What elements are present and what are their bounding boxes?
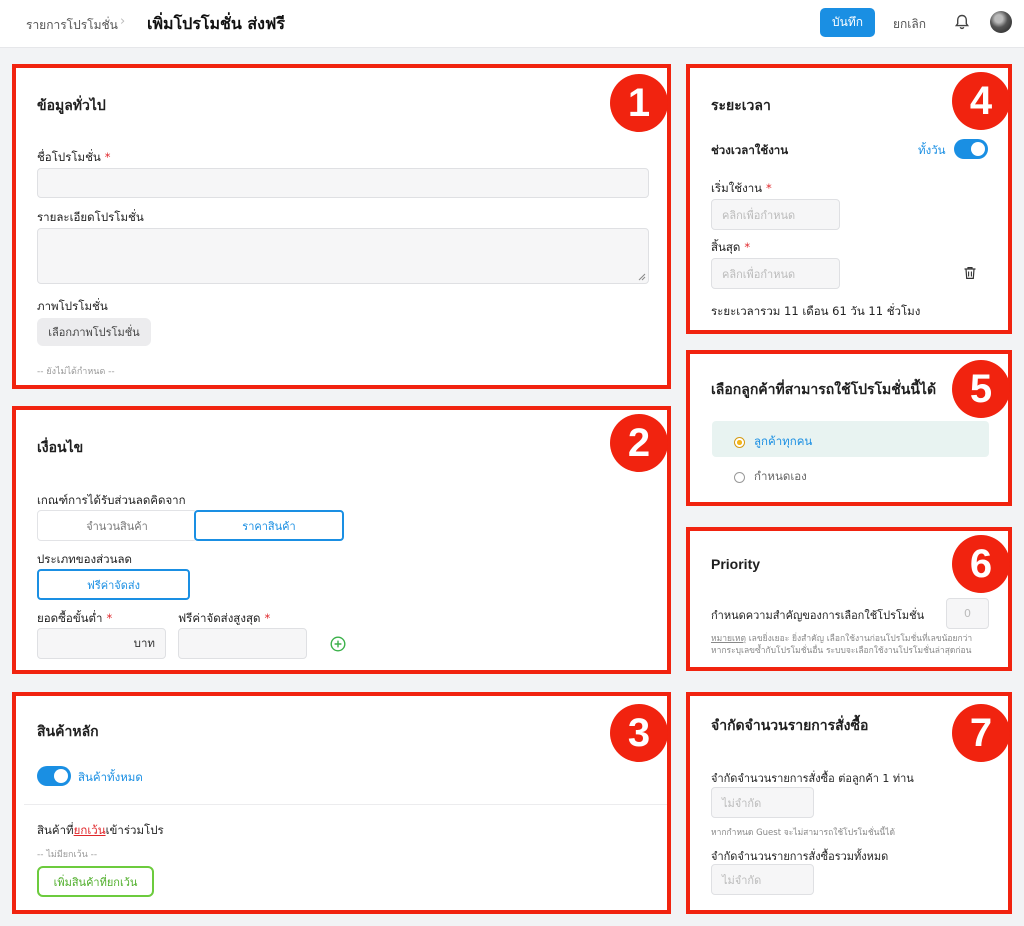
no-excluded-text: -- ไม่มียกเว้น -- [37,850,98,860]
conditions-card: เงื่อนไข 2 เกณฑ์การได้รับส่วนลดคิดจาก จำ… [12,406,671,674]
end-date-input[interactable]: คลิกเพื่อกำหนด [711,258,840,289]
priority-note-line2: หากระบุเลขซ้ำกับโปรโมชั่นอื่น ระบบจะเลือ… [711,646,972,656]
section-title-order-limit: จำกัดจำนวนรายการสั่งซื้อ [711,718,869,734]
per-customer-limit-input[interactable]: ไม่จำกัด [711,787,814,818]
currency-unit: บาท [133,635,155,650]
total-limit-input[interactable]: ไม่จำกัด [711,864,814,895]
active-period-label: ช่วงเวลาใช้งาน [711,143,789,157]
image-not-set-text: -- ยังไม่ได้กำหนด -- [37,367,115,377]
section-title-products: สินค้าหลัก [37,724,99,740]
cancel-button[interactable]: ยกเลิก [893,15,926,34]
customer-option-custom-label: กำหนดเอง [754,469,807,483]
avatar[interactable] [990,11,1012,33]
section-title-general: ข้อมูลทั่วไป [37,98,106,114]
promo-detail-textarea[interactable] [37,228,649,284]
step-badge-7: 7 [952,704,1010,762]
discount-type-free-shipping[interactable]: ฟรีค่าจัดส่ง [37,569,190,600]
total-limit-label: จำกัดจำนวนรายการสั่งซื้อรวมทั้งหมด [711,850,889,863]
bell-icon[interactable] [952,12,972,32]
section-title-customers: เลือกลูกค้าที่สามารถใช้โปรโมชั่นนี้ได้ [711,382,937,398]
section-title-conditions: เงื่อนไข [37,440,84,456]
all-day-label: ทั้งวัน [918,143,946,157]
priority-label: กำหนดความสำคัญของการเลือกใช้โปรโมชั่น [711,609,925,622]
divider [24,804,667,805]
promo-image-label: ภาพโปรโมชั่น [37,299,108,313]
period-card: ระยะเวลา 4 ช่วงเวลาใช้งาน ทั้งวัน เริ่มใ… [686,64,1012,334]
step-badge-4: 4 [952,72,1010,130]
priority-card: Priority 6 กำหนดความสำคัญของการเลือกใช้โ… [686,527,1012,671]
promo-detail-label: รายละเอียดโปรโมชั่น [37,210,144,224]
end-label: สิ้นสุด * [711,240,751,254]
customer-eligibility-card: เลือกลูกค้าที่สามารถใช้โปรโมชั่นนี้ได้ 5… [686,350,1012,506]
criteria-label: เกณฑ์การได้รับส่วนลดคิดจาก [37,493,186,507]
step-badge-5: 5 [952,360,1010,418]
customer-option-all-label: ลูกค้าทุกคน [754,434,813,448]
max-shipping-input[interactable] [178,628,307,659]
customer-option-all[interactable]: ลูกค้าทุกคน [734,433,812,451]
all-products-label: สินค้าทั้งหมด [78,770,143,784]
radio-selected[interactable] [734,436,745,448]
breadcrumb-link[interactable]: รายการโปรโมชั่น [26,16,118,35]
customer-option-custom[interactable]: กำหนดเอง [734,468,807,486]
start-date-input[interactable]: คลิกเพื่อกำหนด [711,199,840,230]
per-customer-limit-label: จำกัดจำนวนรายการสั่งซื้อ ต่อลูกค้า 1 ท่า… [711,772,914,785]
step-badge-3: 3 [610,704,668,762]
all-day-toggle[interactable] [954,139,988,159]
resize-handle-icon[interactable] [638,273,646,281]
add-circle-icon[interactable] [330,636,346,652]
promo-name-input[interactable] [37,168,649,198]
start-label: เริ่มใช้งาน * [711,181,772,195]
section-title-period: ระยะเวลา [711,98,771,114]
top-bar: รายการโปรโมชั่น › เพิ่มโปรโมชั่น ส่งฟรี … [0,0,1024,48]
criteria-option-price[interactable]: ราคาสินค้า [194,510,344,541]
guest-note: หากกำหนด Guest จะไม่สามารถใช้โปรโมชั่นนี… [711,828,896,838]
main-products-card: สินค้าหลัก 3 สินค้าทั้งหมด สินค้าที่ยกเว… [12,692,671,914]
step-badge-6: 6 [952,535,1010,593]
total-duration-text: ระยะเวลารวม 11 เดือน 61 วัน 11 ชั่วโมง [711,304,921,318]
priority-input[interactable]: 0 [946,598,989,629]
all-products-toggle[interactable] [37,766,71,786]
radio-unselected[interactable] [734,471,745,483]
criteria-option-quantity[interactable]: จำนวนสินค้า [37,510,197,541]
general-info-card: ข้อมูลทั่วไป 1 ชื่อโปรโมชั่น * รายละเอียด… [12,64,671,389]
choose-image-button[interactable]: เลือกภาพโปรโมชั่น [37,318,151,346]
discount-type-label: ประเภทของส่วนลด [37,552,132,566]
trash-icon[interactable] [962,265,978,281]
promo-name-label: ชื่อโปรโมชั่น * [37,150,111,164]
min-purchase-input[interactable]: บาท [37,628,166,659]
order-limit-card: จำกัดจำนวนรายการสั่งซื้อ 7 จำกัดจำนวนราย… [686,692,1012,914]
step-badge-1: 1 [610,74,668,132]
excluded-products-label: สินค้าที่ยกเว้นเข้าร่วมโปร [37,823,164,837]
save-button[interactable]: บันทึก [820,8,875,37]
min-purchase-label: ยอดซื้อขั้นต่ำ * [37,611,113,625]
step-badge-2: 2 [610,414,668,472]
section-title-priority: Priority [711,556,761,572]
breadcrumb-separator: › [120,14,126,29]
add-excluded-product-button[interactable]: เพิ่มสินค้าที่ยกเว้น [37,866,154,897]
page-title: เพิ่มโปรโมชั่น ส่งฟรี [147,14,285,33]
max-shipping-label: ฟรีค่าจัดส่งสูงสุด * [178,611,271,625]
